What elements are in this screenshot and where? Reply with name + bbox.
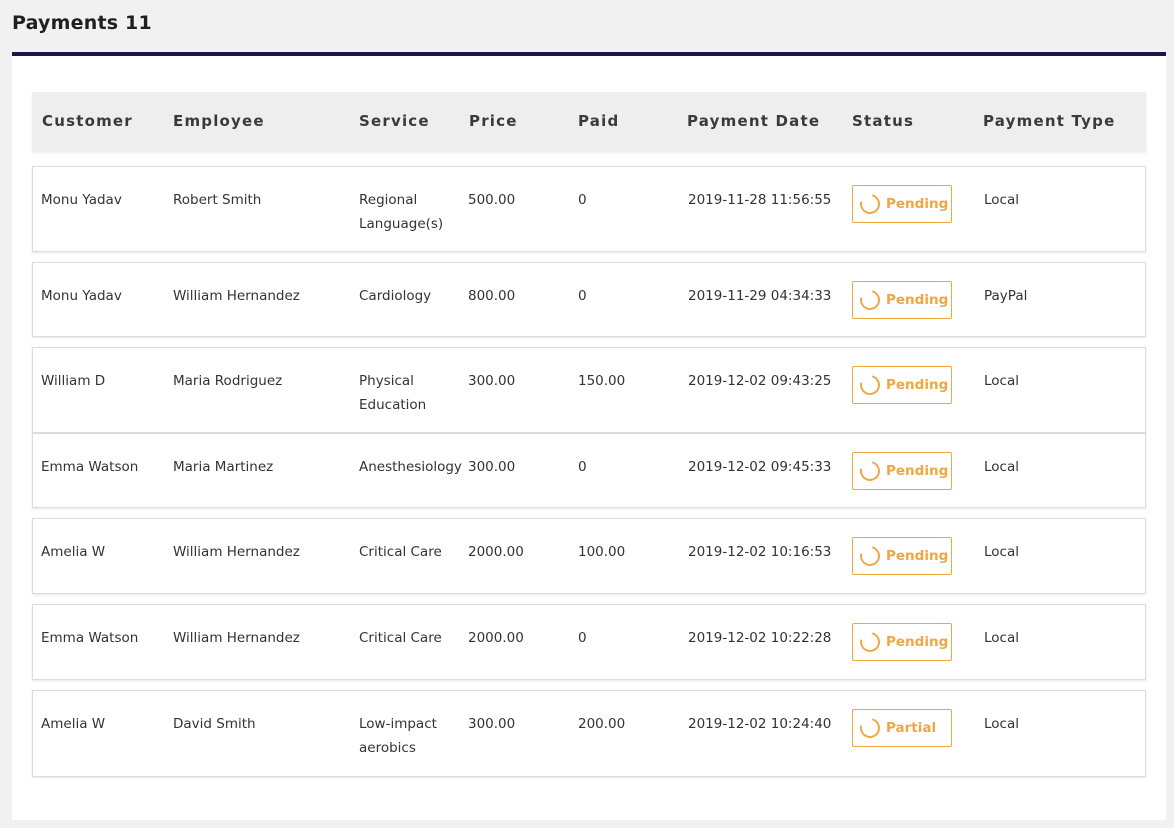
header-customer[interactable]: Customer	[42, 112, 133, 130]
cell-payment-date: 2019-12-02 10:24:40	[688, 716, 832, 732]
cell-customer: Amelia W	[41, 716, 106, 732]
header-status[interactable]: Status	[852, 112, 914, 130]
status-label: Pending	[886, 377, 949, 393]
table-row[interactable]: William D Maria Rodriguez Physical Educa…	[32, 347, 1146, 433]
status-label: Pending	[886, 292, 949, 308]
header-service[interactable]: Service	[359, 112, 430, 130]
cell-payment-date: 2019-11-28 11:56:55	[688, 192, 832, 208]
cell-price: 300.00	[468, 373, 516, 389]
status-badge[interactable]: Pending	[852, 185, 952, 223]
table-row[interactable]: Emma Watson Maria Martinez Anesthesiolog…	[32, 433, 1146, 508]
cell-paid: 100.00	[578, 544, 626, 560]
cell-paid: 200.00	[578, 716, 626, 732]
cell-employee: Maria Martinez	[173, 459, 274, 475]
page-header: Payments 11	[0, 0, 1174, 52]
cell-payment-date: 2019-12-02 10:22:28	[688, 630, 832, 646]
cell-employee: William Hernandez	[173, 288, 300, 304]
cell-price: 300.00	[468, 459, 516, 475]
spinner-icon	[856, 457, 884, 485]
cell-paid: 0	[578, 192, 587, 208]
page-title: Payments 11	[12, 12, 152, 34]
cell-payment-type: Local	[984, 630, 1019, 646]
cell-service: Low-impact aerobics	[359, 716, 437, 756]
cell-payment-type: Local	[984, 373, 1019, 389]
status-label: Partial	[886, 720, 937, 736]
cell-employee: William Hernandez	[173, 630, 300, 646]
table-row[interactable]: Emma Watson William Hernandez Critical C…	[32, 604, 1146, 680]
cell-payment-date: 2019-11-29 04:34:33	[688, 288, 832, 304]
spinner-icon	[856, 542, 884, 570]
header-payment-date[interactable]: Payment Date	[687, 112, 820, 130]
cell-payment-type: Local	[984, 192, 1019, 208]
spinner-icon	[856, 371, 884, 399]
cell-payment-type: PayPal	[984, 288, 1028, 304]
status-badge[interactable]: Pending	[852, 623, 952, 661]
header-price[interactable]: Price	[469, 112, 518, 130]
status-label: Pending	[886, 196, 949, 212]
spinner-icon	[856, 628, 884, 656]
cell-service: Cardiology	[359, 288, 432, 304]
cell-customer: Monu Yadav	[41, 288, 122, 304]
status-badge[interactable]: Pending	[852, 537, 952, 575]
spinner-icon	[856, 286, 884, 314]
cell-payment-date: 2019-12-02 09:43:25	[688, 373, 832, 389]
cell-customer: Amelia W	[41, 544, 106, 560]
table-row[interactable]: Amelia W David Smith Low-impact aerobics…	[32, 690, 1146, 777]
cell-payment-type: Local	[984, 459, 1019, 475]
table-header: Customer Employee Service Price Paid Pay…	[32, 92, 1146, 151]
header-paid[interactable]: Paid	[578, 112, 619, 130]
status-badge[interactable]: Pending	[852, 366, 952, 404]
table-row[interactable]: Amelia W William Hernandez Critical Care…	[32, 518, 1146, 594]
cell-price: 800.00	[468, 288, 516, 304]
cell-payment-type: Local	[984, 544, 1019, 560]
cell-customer: Monu Yadav	[41, 192, 122, 208]
cell-service: Critical Care	[359, 630, 442, 646]
cell-employee: David Smith	[173, 716, 256, 732]
table-row[interactable]: Monu Yadav Robert Smith Regional Languag…	[32, 166, 1146, 252]
spinner-icon	[856, 190, 884, 218]
table-row[interactable]: Monu Yadav William Hernandez Cardiology …	[32, 262, 1146, 337]
cell-service: Critical Care	[359, 544, 442, 560]
cell-paid: 0	[578, 630, 587, 646]
cell-customer: William D	[41, 373, 106, 389]
payments-panel: Customer Employee Service Price Paid Pay…	[12, 52, 1166, 820]
status-label: Pending	[886, 463, 949, 479]
cell-paid: 150.00	[578, 373, 626, 389]
cell-payment-type: Local	[984, 716, 1019, 732]
cell-payment-date: 2019-12-02 10:16:53	[688, 544, 832, 560]
cell-service: Regional Language(s)	[359, 192, 444, 232]
header-employee[interactable]: Employee	[173, 112, 265, 130]
status-label: Pending	[886, 634, 949, 650]
cell-price: 2000.00	[468, 544, 524, 560]
status-label: Pending	[886, 548, 949, 564]
cell-paid: 0	[578, 288, 587, 304]
cell-customer: Emma Watson	[41, 459, 139, 475]
cell-payment-date: 2019-12-02 09:45:33	[688, 459, 832, 475]
cell-customer: Emma Watson	[41, 630, 139, 646]
cell-employee: Maria Rodriguez	[173, 373, 283, 389]
spinner-icon	[856, 714, 884, 742]
status-badge[interactable]: Pending	[852, 281, 952, 319]
cell-price: 500.00	[468, 192, 516, 208]
cell-price: 300.00	[468, 716, 516, 732]
cell-employee: William Hernandez	[173, 544, 300, 560]
cell-service: Physical Education	[359, 373, 427, 413]
cell-paid: 0	[578, 459, 587, 475]
status-badge[interactable]: Pending	[852, 452, 952, 490]
status-badge[interactable]: Partial	[852, 709, 952, 747]
header-payment-type[interactable]: Payment Type	[983, 112, 1115, 130]
cell-price: 2000.00	[468, 630, 524, 646]
cell-employee: Robert Smith	[173, 192, 262, 208]
cell-service: Anesthesiology	[359, 459, 462, 475]
